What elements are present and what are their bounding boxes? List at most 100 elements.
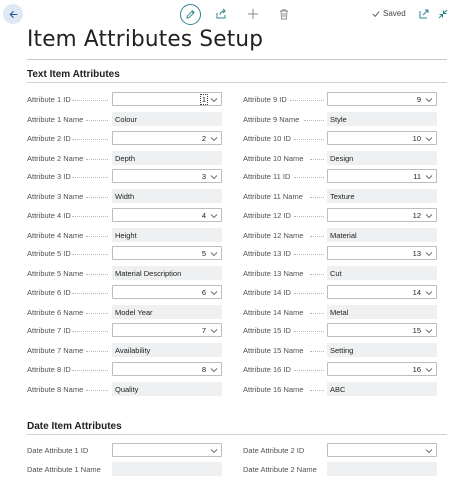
chevron-down-icon [425, 252, 433, 257]
chevron-down-icon [425, 329, 433, 334]
label-leader-dots [86, 159, 108, 160]
label-leader-dots [310, 390, 324, 391]
attribute-5-name-label: Attribute 5 Name [27, 269, 84, 278]
attribute-9-id-select[interactable]: 9 [327, 92, 437, 106]
attribute-name-value: Texture [330, 191, 355, 201]
attribute-id-value: 4 [201, 211, 206, 220]
attribute-id-value: 16 [412, 365, 421, 374]
attribute-15-id-select[interactable]: 15 [327, 323, 437, 337]
chevron-down-icon [210, 368, 218, 373]
attribute-1-id-select[interactable]: 1 [112, 92, 222, 106]
new-button[interactable] [246, 7, 260, 21]
attribute-name-value: Colour [115, 114, 138, 124]
attribute-id-value: 7 [201, 326, 206, 335]
label-leader-dots [310, 351, 324, 352]
plus-icon [248, 9, 258, 19]
action-bar: Saved [0, 0, 474, 30]
attribute-id-value: 1 [199, 94, 208, 105]
saved-status: Saved [372, 9, 406, 18]
label-leader-dots [86, 120, 108, 121]
attribute-15-name-label: Attribute 15 Name [243, 346, 304, 355]
attribute-15-id-label: Attribute 15 ID [243, 326, 291, 335]
label-leader-dots [294, 254, 324, 255]
label-leader-dots [294, 139, 324, 140]
collapse-icon [438, 9, 448, 19]
attribute-name-value: Availability [115, 345, 151, 355]
attribute-12-name-label: Attribute 12 Name [243, 231, 304, 240]
label-leader-dots [310, 313, 324, 314]
back-button[interactable] [3, 4, 23, 24]
chevron-down-icon [210, 98, 218, 103]
attribute-id-value: 11 [413, 172, 421, 181]
label-leader-dots [72, 370, 108, 371]
attribute-16-id-select[interactable]: 16 [327, 362, 437, 376]
attribute-9-name-field: Style [327, 112, 437, 126]
open-in-new-window-button[interactable] [417, 7, 431, 21]
chevron-down-icon [210, 214, 218, 219]
chevron-down-icon [210, 252, 218, 257]
attribute-10-name-label: Attribute 10 Name [243, 154, 304, 163]
attribute-5-id-select[interactable]: 5 [112, 246, 222, 260]
attribute-15-name-field: Setting [327, 343, 437, 357]
label-leader-dots [294, 216, 324, 217]
chevron-down-icon [425, 291, 433, 296]
attribute-7-id-label: Attribute 7 ID [27, 326, 71, 335]
attribute-3-id-select[interactable]: 3 [112, 169, 222, 183]
attribute-id-value: 3 [201, 172, 206, 181]
label-leader-dots [294, 177, 324, 178]
attribute-14-id-select[interactable]: 14 [327, 285, 437, 299]
attribute-id-value: 6 [201, 288, 206, 297]
label-leader-dots [72, 177, 108, 178]
attribute-name-value: Material Description [115, 268, 182, 278]
attribute-6-name-field: Model Year [112, 305, 222, 319]
label-leader-dots [294, 370, 324, 371]
date-attribute-1-id-select[interactable] [112, 443, 222, 457]
label-leader-dots [86, 236, 108, 237]
delete-button[interactable] [277, 7, 291, 21]
attribute-name-value: Model Year [115, 307, 153, 317]
attribute-4-name-label: Attribute 4 Name [27, 231, 84, 240]
label-leader-dots [86, 390, 108, 391]
attribute-id-value: 2 [201, 134, 206, 143]
share-button[interactable] [214, 7, 228, 21]
chevron-down-icon [210, 175, 218, 180]
attribute-name-value: ABC [330, 384, 346, 394]
attribute-12-id-select[interactable]: 12 [327, 208, 437, 222]
attribute-2-id-select[interactable]: 2 [112, 131, 222, 145]
attribute-4-id-select[interactable]: 4 [112, 208, 222, 222]
attribute-14-id-label: Attribute 14 ID [243, 288, 291, 297]
label-leader-dots [304, 120, 324, 121]
attribute-10-id-select[interactable]: 10 [327, 131, 437, 145]
attribute-4-name-field: Height [112, 228, 222, 242]
label-leader-dots [72, 139, 108, 140]
back-arrow-icon [9, 10, 17, 18]
attribute-id-value: 8 [201, 365, 206, 374]
attribute-3-name-label: Attribute 3 Name [27, 192, 84, 201]
attribute-3-id-label: Attribute 3 ID [27, 172, 71, 181]
attribute-11-name-label: Attribute 11 Name [243, 192, 303, 201]
date-attribute-2-name-label: Date Attribute 2 Name [243, 465, 317, 474]
attribute-13-name-label: Attribute 13 Name [243, 269, 304, 278]
attribute-11-id-select[interactable]: 11 [327, 169, 437, 183]
attribute-id-value: 14 [412, 288, 421, 297]
label-leader-dots [86, 274, 108, 275]
label-leader-dots [310, 274, 324, 275]
attribute-6-id-select[interactable]: 6 [112, 285, 222, 299]
attribute-8-id-select[interactable]: 8 [112, 362, 222, 376]
label-leader-dots [310, 236, 324, 237]
attribute-14-name-label: Attribute 14 Name [243, 308, 304, 317]
date-attribute-2-name-field [327, 462, 437, 476]
attribute-7-id-select[interactable]: 7 [112, 323, 222, 337]
section-divider [27, 434, 447, 435]
collapse-button[interactable] [436, 7, 450, 21]
label-leader-dots [86, 351, 108, 352]
attribute-7-name-label: Attribute 7 Name [27, 346, 84, 355]
chevron-down-icon [425, 175, 433, 180]
attribute-name-value: Quality [115, 384, 139, 394]
edit-button[interactable] [180, 4, 201, 25]
attribute-name-value: Metal [330, 307, 349, 317]
date-attribute-2-id-select[interactable] [327, 443, 437, 457]
saved-label: Saved [383, 9, 406, 18]
attribute-11-name-field: Texture [327, 189, 437, 203]
attribute-13-id-select[interactable]: 13 [327, 246, 437, 260]
